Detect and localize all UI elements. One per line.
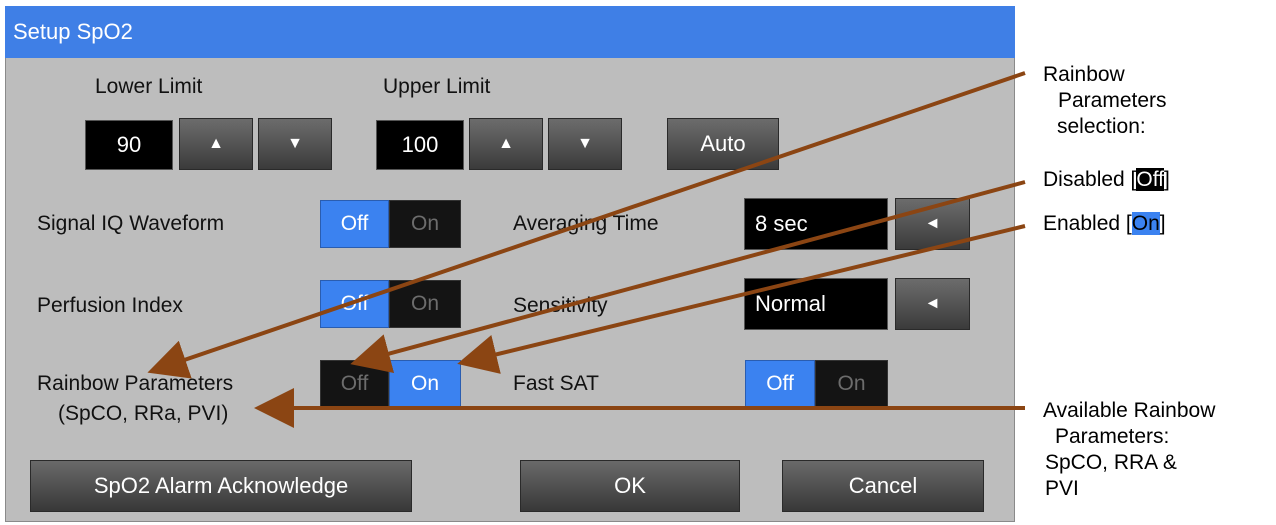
arrow-to-rainbow-off (350, 180, 1026, 373)
annotation-available-parameters: Available Rainbow Parameters: SpCO, RRA … (1043, 398, 1215, 502)
annotation-line: Rainbow (1043, 63, 1125, 86)
annotation-line: SpCO, RRA & (1045, 451, 1177, 474)
annotation-line: PVI (1045, 477, 1079, 500)
annotation-rainbow-selection: Rainbow Parameters selection: (1043, 62, 1167, 140)
arrow-to-rainbow-label (147, 71, 1026, 379)
annotation-text: Enabled [ (1043, 212, 1132, 235)
annotation-enabled: Enabled [On] (1043, 211, 1166, 237)
annotation-line: Parameters: (1055, 425, 1170, 448)
annotation-text: ] (1159, 212, 1166, 235)
annotation-off-highlight: Off (1136, 168, 1165, 191)
annotation-on-highlight: On (1131, 212, 1160, 235)
annotation-text: ] (1164, 168, 1170, 191)
annotation-line: Available Rainbow (1043, 399, 1216, 422)
annotation-line: selection: (1057, 115, 1146, 138)
arrow-to-rainbow-on (457, 224, 1026, 374)
annotation-text: Disabled [ (1043, 168, 1137, 191)
annotation-line: Parameters (1058, 89, 1167, 112)
annotation-disabled: Disabled [Off] (1043, 167, 1170, 193)
